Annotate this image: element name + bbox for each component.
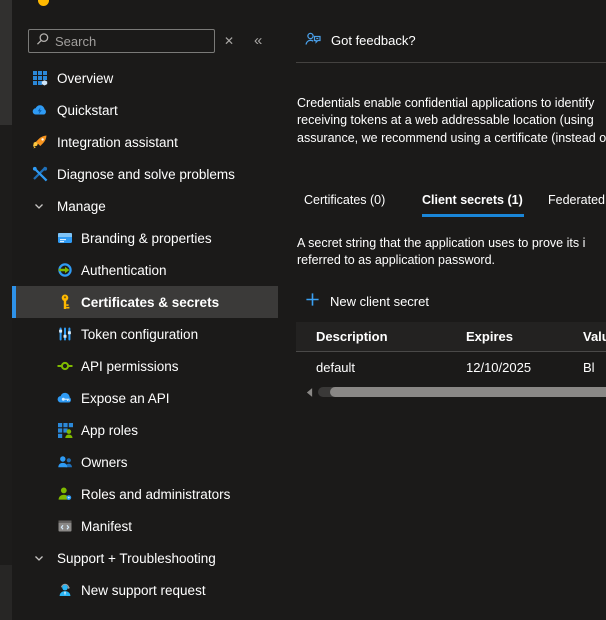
key-icon bbox=[57, 294, 73, 310]
overview-icon bbox=[32, 70, 48, 86]
secret-intro-line: referred to as application password. bbox=[297, 252, 585, 269]
tab-federated-credentials[interactable]: Federated bbox=[548, 193, 605, 207]
tab-client-secrets[interactable]: Client secrets (1) bbox=[422, 193, 523, 207]
secret-expires: 12/10/2025 bbox=[466, 360, 531, 375]
search-box[interactable] bbox=[28, 29, 215, 53]
section-label: Manage bbox=[57, 199, 106, 214]
intro-line: assurance, we recommend using a certific… bbox=[297, 130, 606, 147]
collapse-menu-button[interactable]: « bbox=[254, 30, 261, 52]
tools-icon bbox=[32, 166, 48, 182]
sidebar-item-owners[interactable]: Owners bbox=[12, 446, 278, 478]
section-label: Support + Troubleshooting bbox=[57, 551, 216, 566]
quickstart-cloud-icon bbox=[32, 102, 48, 118]
got-feedback-label: Got feedback? bbox=[331, 33, 416, 48]
pivot-tabs: Certificates (0) Client secrets (1) Fede… bbox=[296, 193, 606, 221]
secret-value: Bl bbox=[583, 360, 595, 375]
sidebar-item-label: Branding & properties bbox=[81, 231, 212, 246]
sidebar-item-manifest[interactable]: Manifest bbox=[12, 510, 278, 542]
sidebar-item-label: Roles and administrators bbox=[81, 487, 230, 502]
sidebar-item-certificates-secrets[interactable]: Certificates & secrets bbox=[12, 286, 278, 318]
intro-line: Credentials enable confidential applicat… bbox=[297, 95, 606, 112]
branding-icon bbox=[57, 230, 73, 246]
support-person-icon bbox=[57, 582, 73, 598]
sidebar-item-label: App roles bbox=[81, 423, 138, 438]
intro-line: receiving tokens at a web addressable lo… bbox=[297, 112, 606, 129]
got-feedback-link[interactable]: Got feedback? bbox=[304, 30, 416, 51]
sidebar-item-label: API permissions bbox=[81, 359, 179, 374]
chevron-down-icon bbox=[33, 552, 47, 564]
roles-admins-icon bbox=[57, 486, 73, 502]
sliders-icon bbox=[57, 326, 73, 342]
key-icon bbox=[38, 0, 49, 6]
sidebar-item-label: Integration assistant bbox=[57, 135, 178, 150]
blade-menu: ✕ « Overview Quickstart Integration assi… bbox=[12, 0, 296, 620]
search-input[interactable] bbox=[55, 34, 208, 49]
sidebar-item-app-roles[interactable]: App roles bbox=[12, 414, 278, 446]
plus-icon bbox=[305, 292, 320, 310]
secret-intro-line: A secret string that the application use… bbox=[297, 235, 585, 252]
credentials-intro-text: Credentials enable confidential applicat… bbox=[297, 95, 606, 147]
sidebar-item-branding[interactable]: Branding & properties bbox=[12, 222, 278, 254]
secrets-table-header: Description Expires Value bbox=[296, 322, 606, 352]
sidebar-item-label: Overview bbox=[57, 71, 113, 86]
sidebar-item-overview[interactable]: Overview bbox=[12, 62, 278, 94]
sidebar-item-label: New support request bbox=[81, 583, 206, 598]
new-client-secret-label: New client secret bbox=[330, 294, 429, 309]
divider bbox=[296, 62, 606, 63]
app-roles-icon bbox=[57, 422, 73, 438]
sidebar-item-integration-assistant[interactable]: Integration assistant bbox=[12, 126, 278, 158]
owners-icon bbox=[57, 454, 73, 470]
rocket-icon bbox=[32, 134, 48, 150]
client-secret-description: A secret string that the application use… bbox=[297, 235, 585, 270]
feedback-person-icon bbox=[304, 30, 322, 51]
previous-blade-edge bbox=[0, 0, 12, 620]
column-header-expires: Expires bbox=[466, 329, 513, 344]
tab-certificates[interactable]: Certificates (0) bbox=[304, 193, 385, 207]
search-icon bbox=[35, 32, 50, 50]
sidebar-item-api-permissions[interactable]: API permissions bbox=[12, 350, 278, 382]
secret-description: default bbox=[316, 360, 355, 375]
sidebar-item-expose-api[interactable]: Expose an API bbox=[12, 382, 278, 414]
sidebar-item-authentication[interactable]: Authentication bbox=[12, 254, 278, 286]
sidebar-item-label: Authentication bbox=[81, 263, 167, 278]
sidebar-section-manage[interactable]: Manage bbox=[12, 190, 278, 222]
sidebar-item-label: Expose an API bbox=[81, 391, 170, 406]
active-tab-underline bbox=[422, 214, 524, 217]
table-row[interactable]: default 12/10/2025 Bl bbox=[296, 353, 606, 383]
manifest-icon bbox=[57, 518, 73, 534]
api-permissions-icon bbox=[57, 358, 73, 374]
new-client-secret-button[interactable]: New client secret bbox=[305, 292, 429, 310]
nav-list: Overview Quickstart Integration assistan… bbox=[12, 62, 296, 606]
authentication-icon bbox=[57, 262, 73, 278]
main-content: Got feedback? Credentials enable confide… bbox=[296, 0, 606, 620]
sidebar-item-label: Quickstart bbox=[57, 103, 118, 118]
clear-search-button[interactable]: ✕ bbox=[224, 30, 234, 52]
horizontal-scrollbar[interactable] bbox=[296, 386, 606, 398]
sidebar-item-token-configuration[interactable]: Token configuration bbox=[12, 318, 278, 350]
sidebar-item-label: Certificates & secrets bbox=[81, 295, 219, 310]
sidebar-item-quickstart[interactable]: Quickstart bbox=[12, 94, 278, 126]
chevron-down-icon bbox=[33, 200, 47, 212]
scroll-left-icon[interactable] bbox=[303, 386, 316, 398]
column-header-value: Value bbox=[583, 329, 606, 344]
sidebar-item-label: Owners bbox=[81, 455, 128, 470]
sidebar-item-roles-administrators[interactable]: Roles and administrators bbox=[12, 478, 278, 510]
sidebar-item-label: Manifest bbox=[81, 519, 132, 534]
sidebar-section-support-troubleshooting[interactable]: Support + Troubleshooting bbox=[12, 542, 278, 574]
sidebar-item-diagnose[interactable]: Diagnose and solve problems bbox=[12, 158, 278, 190]
column-header-description: Description bbox=[316, 329, 388, 344]
cloud-key-icon bbox=[57, 390, 73, 406]
sidebar-item-label: Diagnose and solve problems bbox=[57, 167, 235, 182]
sidebar-item-label: Token configuration bbox=[81, 327, 198, 342]
sidebar-item-new-support-request[interactable]: New support request bbox=[12, 574, 278, 606]
scrollbar-thumb[interactable] bbox=[330, 387, 606, 397]
